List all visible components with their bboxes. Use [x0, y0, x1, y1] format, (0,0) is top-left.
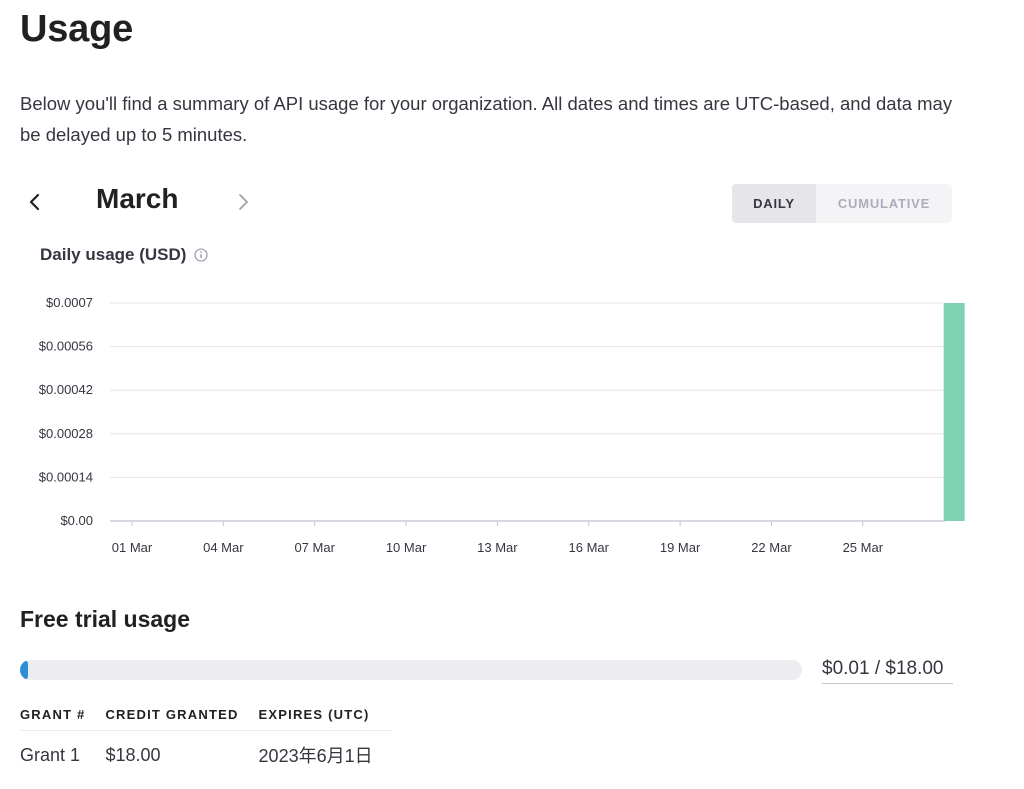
free-trial-progress-fill	[20, 660, 28, 680]
chevron-left-icon	[29, 193, 40, 211]
page-description: Below you'll find a summary of API usage…	[20, 93, 953, 145]
table-row: Grant 1 $18.00 2023年6月1日	[20, 731, 393, 769]
x-tick-label: 01 Mar	[112, 540, 153, 555]
daily-usage-chart: $0.00 $0.00014 $0.00028 $0.00042 $0.00056 $0.…	[39, 295, 965, 555]
y-tick-label: $0.00056	[39, 339, 93, 354]
view-toggle: DAILY CUMULATIVE	[732, 184, 952, 223]
credit-granted-header: CREDIT GRANTED	[105, 700, 259, 731]
y-tick-label: $0.00028	[39, 426, 93, 441]
x-tick-label: 16 Mar	[569, 540, 610, 555]
y-tick-label: $0.00014	[39, 469, 93, 484]
grant-number-header: GRANT #	[20, 700, 106, 731]
x-tick-label: 04 Mar	[203, 540, 244, 555]
page-title: Usage	[20, 8, 134, 50]
grants-header-row: GRANT # CREDIT GRANTED EXPIRES (UTC)	[20, 700, 393, 731]
chevron-right-icon	[239, 194, 248, 210]
chart-title-label: Daily usage (USD)	[40, 245, 187, 264]
chart-gridlines	[110, 302, 945, 522]
x-tick-label: 10 Mar	[386, 540, 427, 555]
x-tick-label: 07 Mar	[294, 540, 335, 555]
x-tick-label: 25 Mar	[843, 540, 884, 555]
y-tick-label: $0.00042	[39, 382, 93, 397]
credit-granted-cell: $18.00	[105, 744, 161, 765]
x-tick-label: 13 Mar	[477, 540, 518, 555]
current-month: March	[96, 183, 179, 214]
chart-title: Daily usage (USD)	[40, 245, 208, 265]
grant-number-cell: Grant 1	[20, 744, 81, 765]
cumulative-view-button[interactable]: CUMULATIVE	[816, 184, 952, 223]
daily-view-button[interactable]: DAILY	[732, 184, 816, 223]
x-tick-label: 22 Mar	[751, 540, 792, 555]
grants-table: GRANT # CREDIT GRANTED EXPIRES (UTC) Gra…	[20, 700, 393, 768]
usage-bar	[943, 303, 965, 521]
previous-month-button[interactable]	[20, 186, 50, 218]
next-month-button[interactable]	[228, 186, 258, 218]
x-axis-ticks: 01 Mar 04 Mar 07 Mar 10 Mar 13 Mar 16 Mar 19 M…	[112, 521, 884, 555]
free-trial-progress-bar	[20, 660, 802, 680]
free-trial-usage-amount[interactable]: $0.01 / $18.00	[822, 658, 953, 684]
y-axis-ticks: $0.00 $0.00014 $0.00028 $0.00042 $0.00056 $0.…	[39, 295, 93, 528]
y-tick-label: $0.0007	[46, 295, 93, 310]
chart-bars	[943, 303, 965, 521]
x-tick-label: 19 Mar	[660, 540, 701, 555]
info-icon[interactable]	[194, 248, 208, 262]
free-trial-title: Free trial usage	[20, 606, 191, 632]
y-tick-label: $0.00	[60, 513, 93, 528]
expires-cell: 2023年6月1日	[258, 746, 373, 766]
expires-header: EXPIRES (UTC)	[258, 700, 393, 731]
